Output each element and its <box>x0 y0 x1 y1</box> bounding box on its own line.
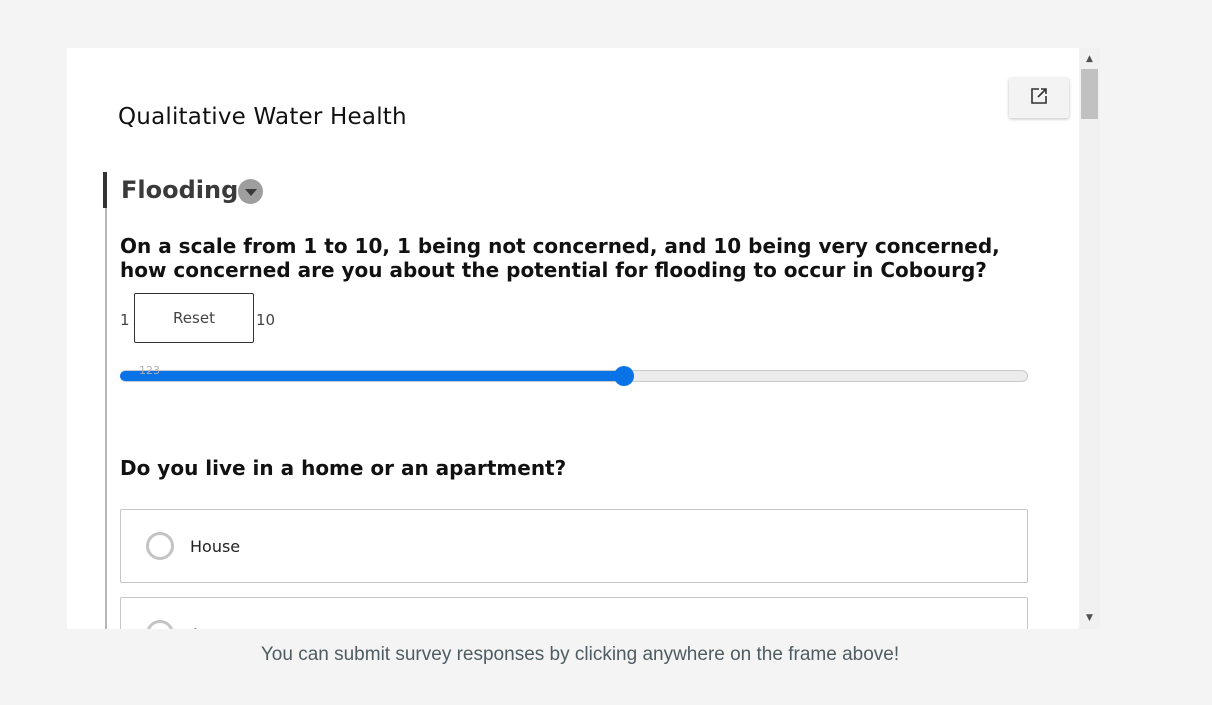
scroll-thumb[interactable] <box>1081 69 1098 119</box>
section-collapse-toggle[interactable] <box>238 179 263 204</box>
radio-button[interactable] <box>146 620 174 629</box>
form-title: Qualitative Water Health <box>118 104 407 130</box>
section-title: Flooding <box>121 176 239 204</box>
radio-button[interactable] <box>146 532 174 560</box>
choice-house[interactable]: House <box>120 509 1028 583</box>
slider-fill <box>120 371 624 381</box>
question-flooding-concern: On a scale from 1 to 10, 1 being not con… <box>120 234 1000 282</box>
choice-apartment[interactable]: A <box>120 597 1028 629</box>
scroll-down-arrow-icon[interactable]: ▼ <box>1079 610 1100 626</box>
question-home-type: Do you live in a home or an apartment? <box>120 456 567 480</box>
scale-max-label: 10 <box>256 311 276 329</box>
external-link-icon <box>1030 87 1048 109</box>
slider-tick-labels: 123 <box>139 364 160 377</box>
scroll-up-arrow-icon[interactable]: ▲ <box>1079 51 1100 67</box>
reset-button[interactable]: Reset <box>134 293 254 343</box>
choice-label: House <box>190 537 241 556</box>
chevron-down-icon <box>244 182 257 201</box>
section-divider-line <box>105 208 107 629</box>
footer-hint: You can submit survey responses by click… <box>260 644 900 665</box>
frame-scrollbar[interactable]: ▲ ▼ <box>1079 48 1100 629</box>
choice-label: A <box>190 625 201 629</box>
scale-min-label: 1 <box>120 311 130 329</box>
section-indicator-bar <box>103 172 107 208</box>
survey-frame[interactable]: Qualitative Water Health Flooding On a s… <box>67 48 1100 629</box>
slider-thumb[interactable] <box>613 366 634 386</box>
open-in-new-window-button[interactable] <box>1009 78 1069 118</box>
